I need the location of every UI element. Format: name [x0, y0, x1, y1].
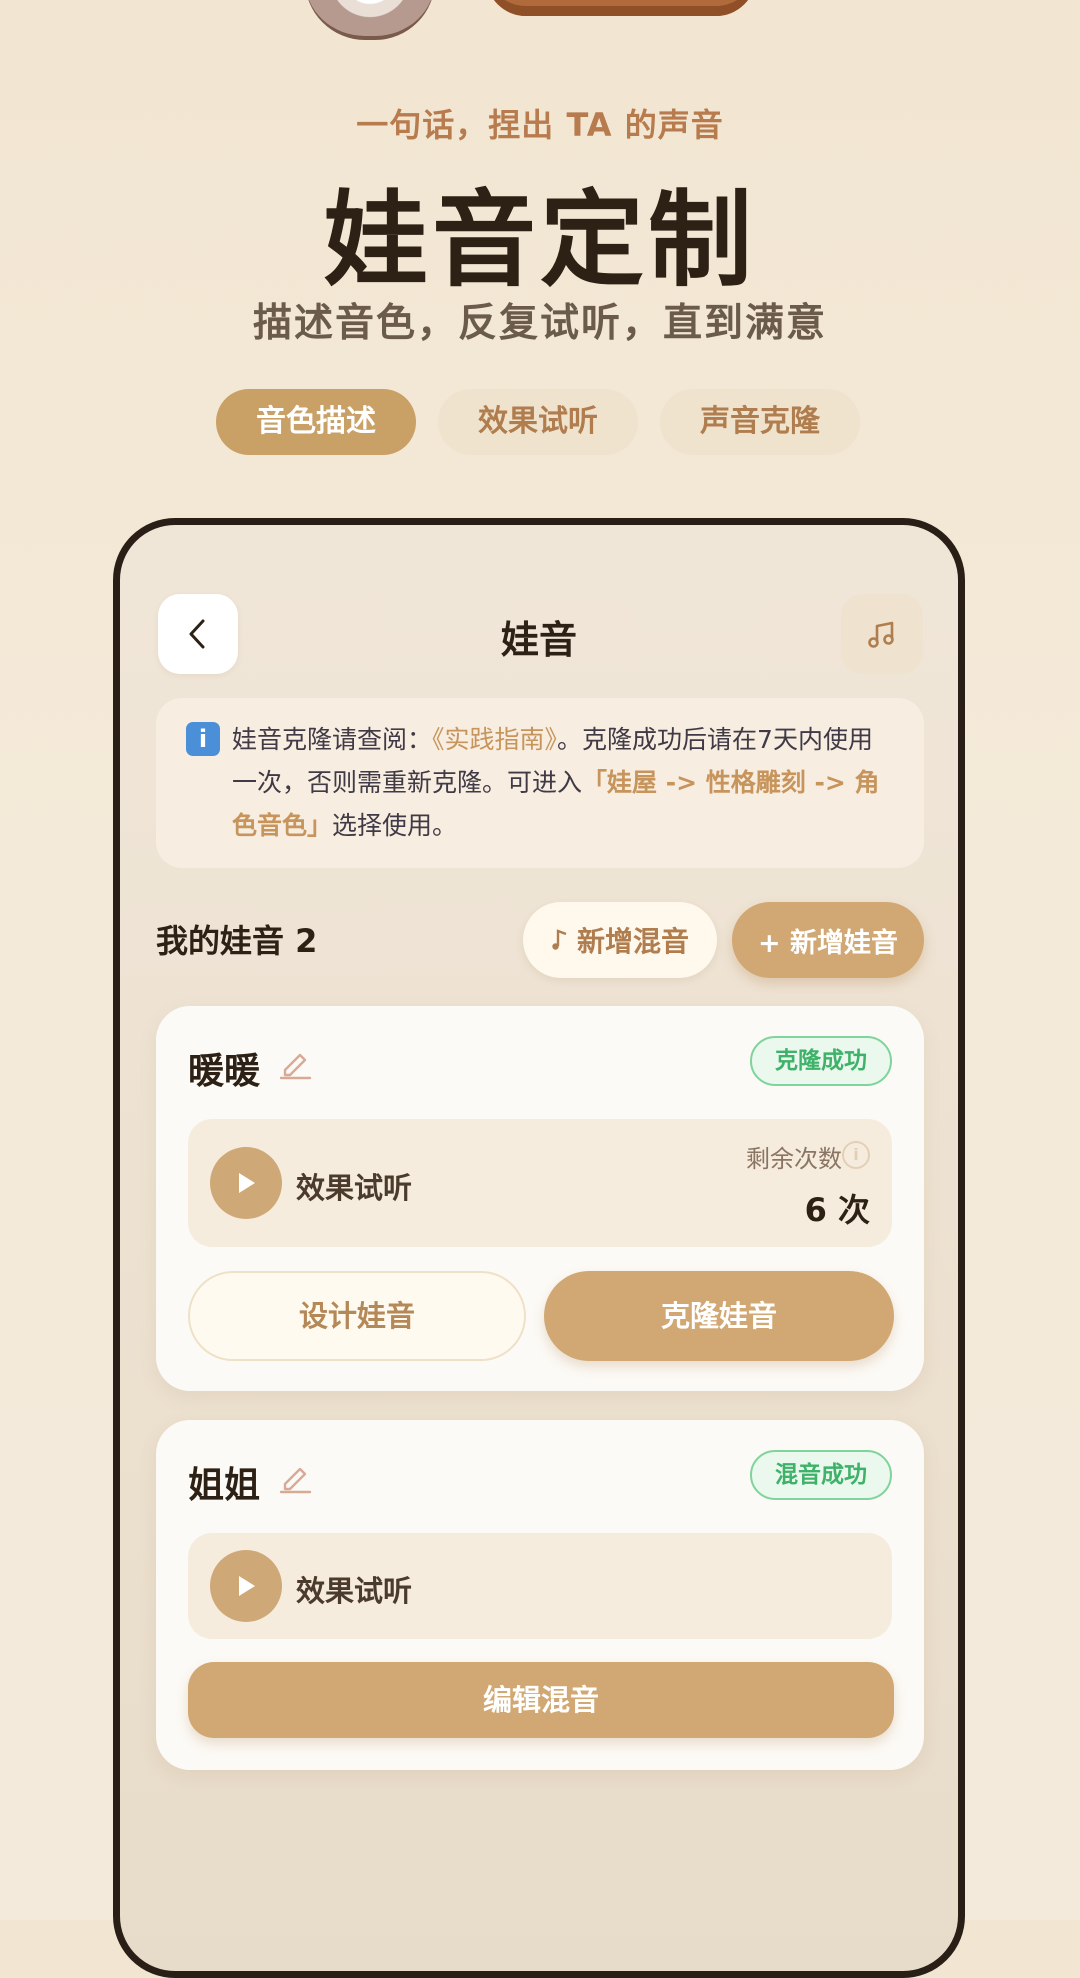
- music-button[interactable]: [841, 594, 923, 674]
- feature-tabs: 音色描述 效果试听 声音克隆: [216, 389, 860, 455]
- add-mix-label: 新增混音: [576, 925, 689, 958]
- edit-icon[interactable]: [276, 1456, 316, 1496]
- music-note-icon: [552, 929, 567, 950]
- voice-name: 姐姐: [188, 1465, 261, 1506]
- status-badge: 混音成功: [750, 1450, 892, 1500]
- preview-panel: 效果试听 剩余次数 i 6 次: [188, 1119, 892, 1247]
- tab-voice-clone[interactable]: 声音克隆: [660, 389, 860, 455]
- design-voice-button[interactable]: 设计娃音: [188, 1271, 526, 1361]
- phone-mockup: 娃音 i 娃音克隆请查阅：《实践指南》。克隆成功后请在7天内使用一次，否则需重新…: [113, 518, 965, 1978]
- info-icon: i: [186, 722, 220, 756]
- notice-text: 选择使用。: [332, 811, 458, 840]
- voice-card: 姐姐 混音成功 效果试听 编辑混音: [156, 1420, 924, 1770]
- hero-subtitle: 一句话，捏出 TA 的声音: [356, 106, 724, 144]
- preview-panel: 效果试听: [188, 1533, 892, 1639]
- play-icon: [239, 1173, 255, 1193]
- hero-description: 描述音色，反复试听，直到满意: [252, 301, 827, 346]
- play-button[interactable]: [210, 1147, 282, 1219]
- remaining-count: 6 次: [804, 1191, 870, 1229]
- my-voices-title: 我的娃音 2: [156, 922, 318, 960]
- clone-voice-button[interactable]: 克隆娃音: [544, 1271, 894, 1361]
- add-voice-button[interactable]: + 新增娃音: [732, 902, 924, 978]
- page-title: 娃音: [500, 618, 577, 662]
- edit-icon[interactable]: [276, 1042, 316, 1082]
- add-mix-button[interactable]: 新增混音: [523, 902, 717, 978]
- status-badge: 克隆成功: [750, 1036, 892, 1086]
- app-logo: [486, 0, 756, 16]
- info-icon[interactable]: i: [842, 1141, 870, 1169]
- voice-name: 暖暖: [188, 1051, 261, 1092]
- edit-mix-button[interactable]: 编辑混音: [188, 1662, 894, 1738]
- mascot-image: [305, 0, 435, 40]
- preview-label: 效果试听: [296, 1574, 413, 1608]
- play-button[interactable]: [210, 1550, 282, 1622]
- clone-notice: i 娃音克隆请查阅：《实践指南》。克隆成功后请在7天内使用一次，否则需重新克隆。…: [156, 698, 924, 868]
- tab-preview[interactable]: 效果试听: [438, 389, 638, 455]
- remaining-label: 剩余次数: [746, 1145, 842, 1173]
- play-icon: [239, 1576, 255, 1596]
- preview-label: 效果试听: [296, 1171, 413, 1205]
- hero-title: 娃音定制: [323, 179, 756, 301]
- notice-text: 娃音克隆请查阅：: [232, 725, 433, 754]
- voice-card: 暖暖 克隆成功 效果试听 剩余次数 i 6 次 设计娃音 克隆娃音: [156, 1006, 924, 1391]
- music-note-icon: [868, 621, 894, 648]
- guide-link[interactable]: 《实践指南》: [432, 725, 557, 754]
- tab-voice-description[interactable]: 音色描述: [216, 389, 416, 455]
